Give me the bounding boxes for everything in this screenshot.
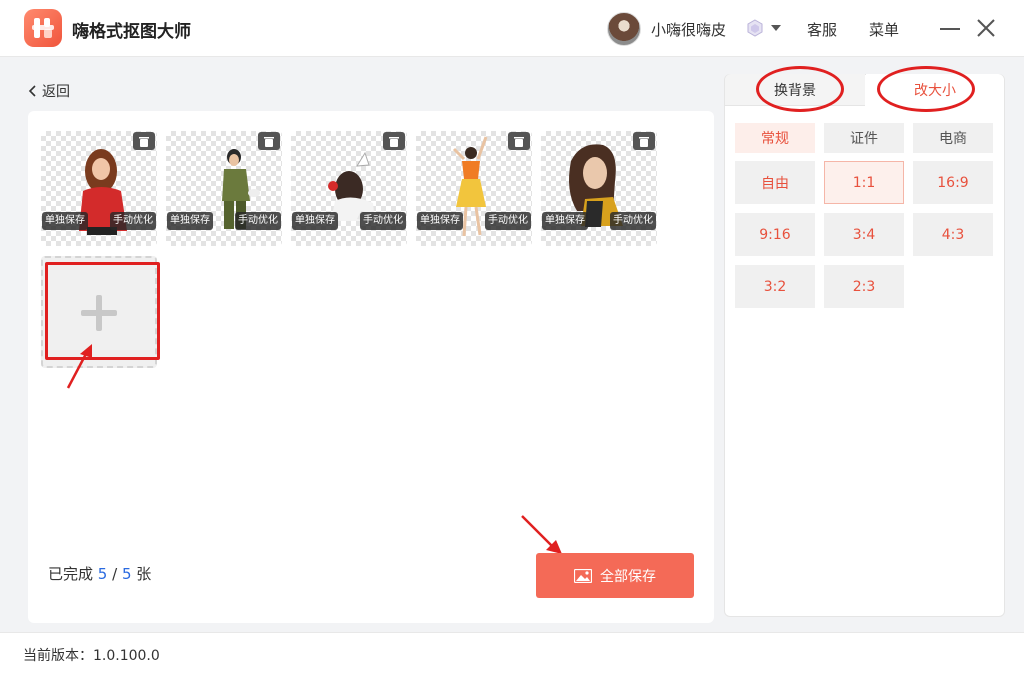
close-icon[interactable] xyxy=(976,18,996,38)
trash-icon xyxy=(514,136,524,147)
manual-optimize-button[interactable]: 手动优化 xyxy=(235,212,281,230)
ratio-free[interactable]: 自由 xyxy=(735,161,815,204)
image-icon xyxy=(574,568,592,583)
image-thumbnail[interactable]: 单独保存 手动优化 xyxy=(41,131,157,246)
delete-image-button[interactable] xyxy=(633,132,655,150)
trash-icon xyxy=(264,136,274,147)
delete-image-button[interactable] xyxy=(508,132,530,150)
chevron-left-icon xyxy=(28,85,36,97)
save-single-button[interactable]: 单独保存 xyxy=(167,212,213,230)
version-label: 当前版本：1.0.100.0 xyxy=(23,648,160,664)
category-standard[interactable]: 常规 xyxy=(735,123,815,153)
save-single-button[interactable]: 单独保存 xyxy=(417,212,463,230)
back-label: 返回 xyxy=(42,84,70,100)
ratio-3-2[interactable]: 3:2 xyxy=(735,265,815,308)
save-all-button[interactable]: 全部保存 xyxy=(536,553,694,598)
manual-optimize-button[interactable]: 手动优化 xyxy=(485,212,531,230)
user-avatar[interactable] xyxy=(607,12,641,46)
ratio-4-3[interactable]: 4:3 xyxy=(913,213,993,256)
trash-icon xyxy=(389,136,399,147)
settings-panel xyxy=(724,74,1005,617)
progress-total: 5 xyxy=(121,565,132,583)
image-thumbnail[interactable]: 单独保存 手动优化 xyxy=(291,131,407,246)
delete-image-button[interactable] xyxy=(383,132,405,150)
add-image-button[interactable] xyxy=(41,256,157,368)
save-single-button[interactable]: 单独保存 xyxy=(292,212,338,230)
ratio-16-9[interactable]: 16:9 xyxy=(913,161,993,204)
ratio-2-3[interactable]: 2:3 xyxy=(824,265,904,308)
ratio-1-1[interactable]: 1:1 xyxy=(824,161,904,204)
trash-icon xyxy=(139,136,149,147)
user-dropdown-icon[interactable] xyxy=(771,25,781,31)
manual-optimize-button[interactable]: 手动优化 xyxy=(110,212,156,230)
save-all-label: 全部保存 xyxy=(600,568,656,585)
app-title: 嗨格式抠图大师 xyxy=(72,22,191,42)
tab-change-background[interactable]: 换背景 xyxy=(725,74,865,106)
image-thumbnail[interactable]: 单独保存 手动优化 xyxy=(416,131,532,246)
progress-prefix: 已完成 xyxy=(48,565,94,583)
username[interactable]: 小嗨很嗨皮 xyxy=(651,19,726,40)
vip-badge-icon xyxy=(747,19,763,37)
image-thumbnail[interactable]: 单独保存 手动优化 xyxy=(541,131,657,246)
delete-image-button[interactable] xyxy=(133,132,155,150)
ratio-9-16[interactable]: 9:16 xyxy=(735,213,815,256)
progress-done: 5 xyxy=(97,565,108,583)
app-logo-icon xyxy=(24,9,62,47)
delete-image-button[interactable] xyxy=(258,132,280,150)
save-single-button[interactable]: 单独保存 xyxy=(542,212,588,230)
trash-icon xyxy=(639,136,649,147)
tab-resize[interactable]: 改大小 xyxy=(866,74,1004,106)
ratio-3-4[interactable]: 3:4 xyxy=(824,213,904,256)
category-ecommerce[interactable]: 电商 xyxy=(913,123,993,153)
progress-separator: / xyxy=(112,565,118,583)
manual-optimize-button[interactable]: 手动优化 xyxy=(610,212,656,230)
back-button[interactable]: 返回 xyxy=(28,81,70,101)
menu-link[interactable]: 菜单 xyxy=(869,19,899,40)
customer-service-link[interactable]: 客服 xyxy=(807,19,837,40)
minimize-icon[interactable] xyxy=(940,20,960,36)
progress-status: 已完成 5 / 5 张 xyxy=(48,563,151,584)
progress-suffix: 张 xyxy=(136,565,152,583)
manual-optimize-button[interactable]: 手动优化 xyxy=(360,212,406,230)
save-single-button[interactable]: 单独保存 xyxy=(42,212,88,230)
plus-icon xyxy=(81,295,117,331)
image-thumbnail[interactable]: 单独保存 手动优化 xyxy=(166,131,282,246)
category-id-photo[interactable]: 证件 xyxy=(824,123,904,153)
